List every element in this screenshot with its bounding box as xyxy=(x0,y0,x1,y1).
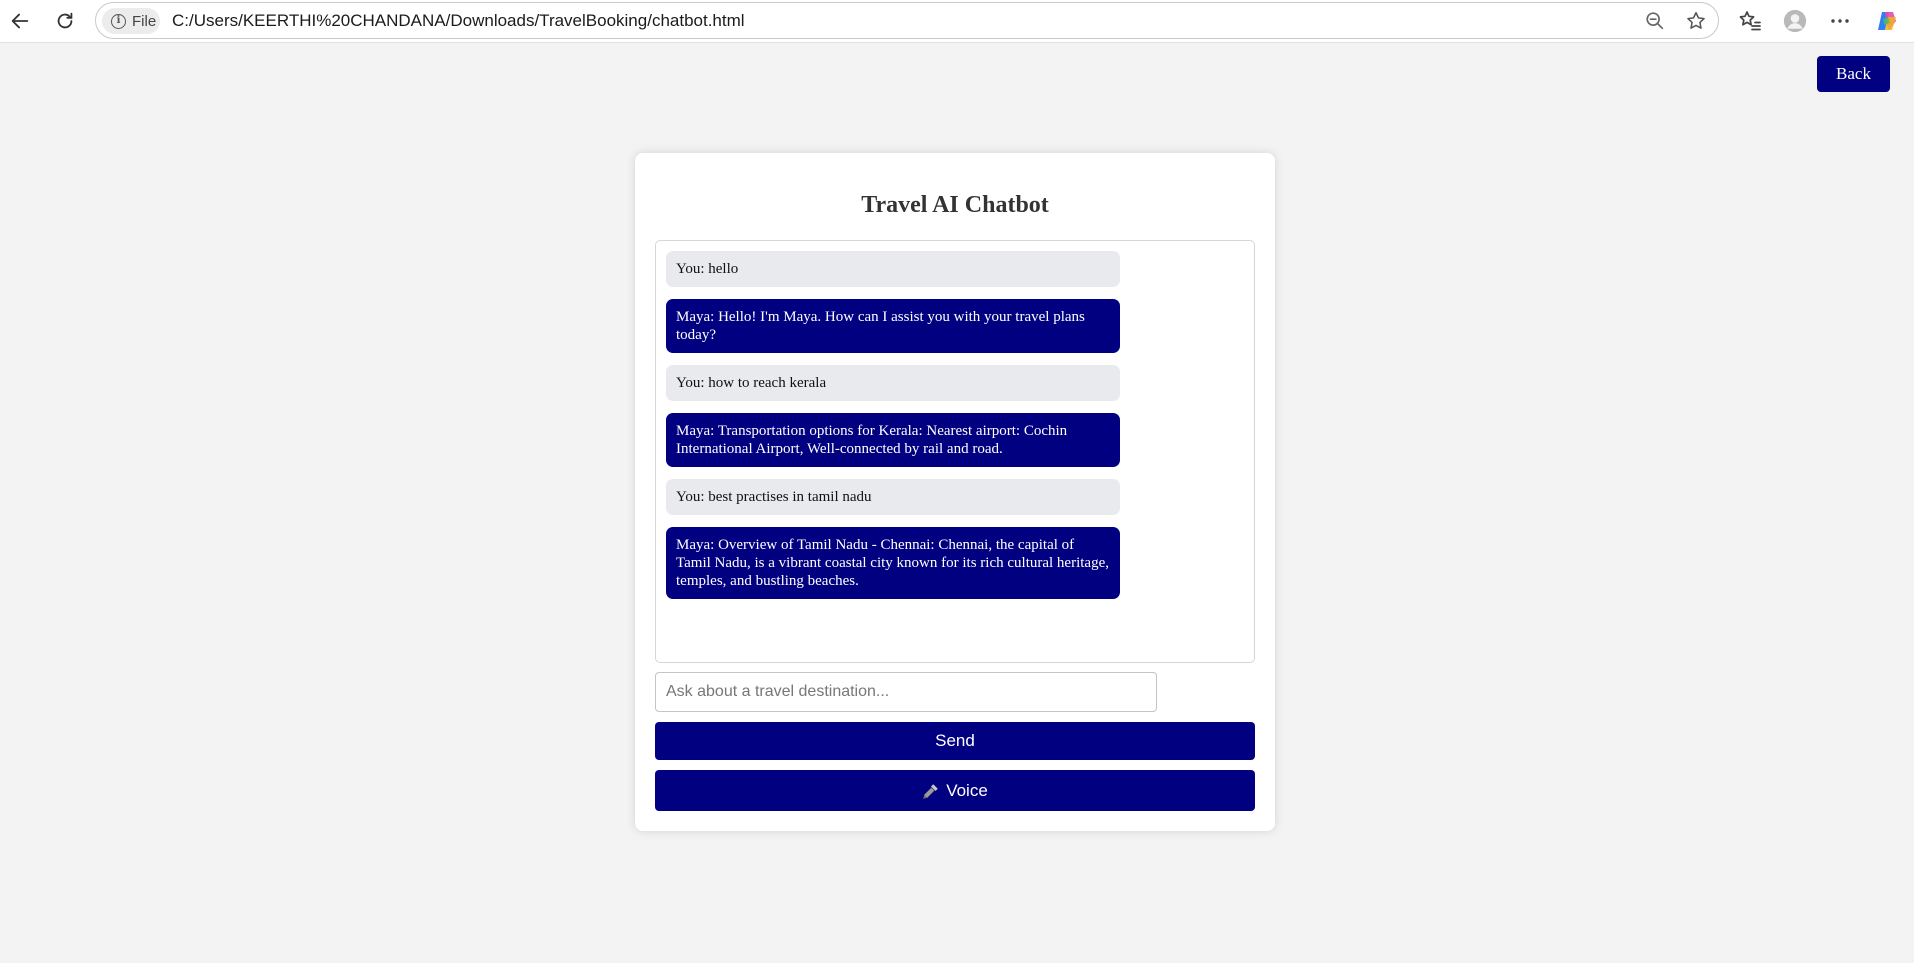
microphone-icon xyxy=(923,783,938,799)
favorites-icon[interactable] xyxy=(1735,6,1765,36)
bot-message: Maya: Transportation options for Kerala:… xyxy=(666,413,1120,467)
send-button-label: Send xyxy=(935,731,975,750)
chat-input[interactable] xyxy=(655,672,1157,712)
chat-history[interactable]: You: hello Maya: Hello! I'm Maya. How ca… xyxy=(655,240,1255,663)
user-message: You: hello xyxy=(666,251,1120,287)
more-options-icon[interactable] xyxy=(1825,6,1855,36)
copilot-icon[interactable] xyxy=(1872,6,1902,36)
favorite-star-icon[interactable] xyxy=(1685,10,1707,32)
user-message: You: best practises in tamil nadu xyxy=(666,479,1120,515)
voice-button[interactable]: Voice xyxy=(655,770,1255,811)
address-bar[interactable]: i File C:/Users/KEERTHI%20CHANDANA/Downl… xyxy=(95,2,1719,39)
bot-message: Maya: Overview of Tamil Nadu - Chennai: … xyxy=(666,527,1120,599)
send-button[interactable]: Send xyxy=(655,722,1255,760)
user-message: You: how to reach kerala xyxy=(666,365,1120,401)
profile-avatar-icon[interactable] xyxy=(1780,6,1810,36)
back-arrow-icon[interactable] xyxy=(4,5,36,37)
voice-button-label: Voice xyxy=(946,780,988,800)
file-label: File xyxy=(132,12,157,30)
page-title: Travel AI Chatbot xyxy=(861,192,1049,218)
url-text[interactable]: C:/Users/KEERTHI%20CHANDANA/Downloads/Tr… xyxy=(172,11,745,31)
browser-toolbar: i File C:/Users/KEERTHI%20CHANDANA/Downl… xyxy=(0,0,1914,43)
chatbot-card: Travel AI Chatbot You: hello Maya: Hello… xyxy=(635,153,1275,831)
info-icon: i xyxy=(111,13,126,29)
zoom-out-icon[interactable] xyxy=(1644,10,1666,32)
site-info-chip[interactable]: i File xyxy=(102,8,160,34)
refresh-icon[interactable] xyxy=(49,5,81,37)
back-button[interactable]: Back xyxy=(1817,56,1890,92)
bot-message: Maya: Hello! I'm Maya. How can I assist … xyxy=(666,299,1120,353)
